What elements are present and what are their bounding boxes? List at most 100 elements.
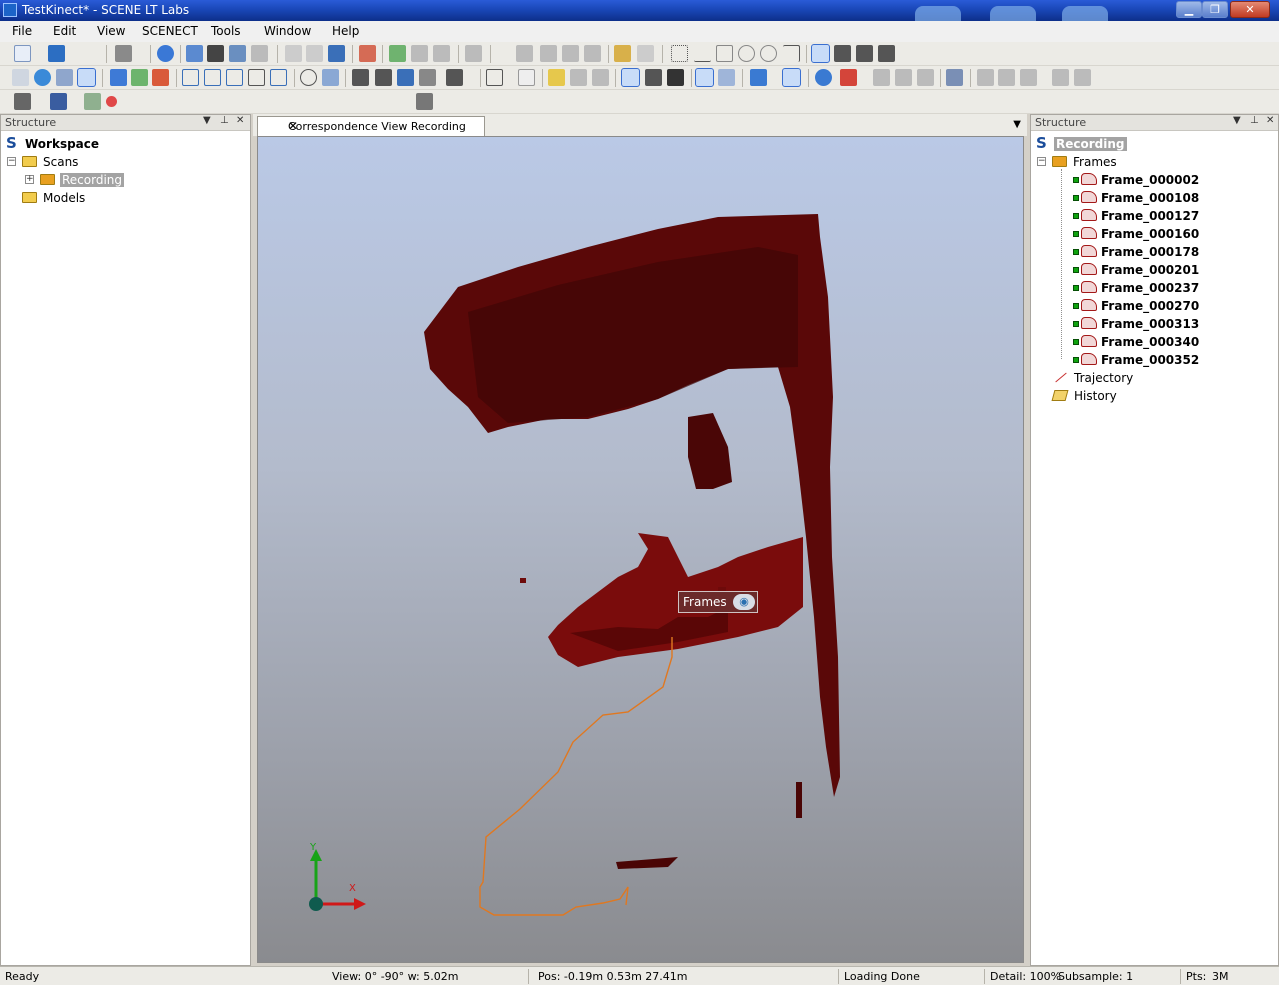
grid-toggle-icon[interactable] <box>695 68 714 87</box>
cleanup-icon[interactable] <box>873 69 890 86</box>
perspective-icon[interactable] <box>12 69 29 86</box>
monitor-icon[interactable] <box>84 93 101 110</box>
panel-menu-icon[interactable]: ▼ <box>203 115 211 126</box>
menu-scenect[interactable]: SCENECT <box>142 24 198 38</box>
tree-item-frames[interactable]: − Frames <box>1037 153 1237 171</box>
menu-help[interactable]: Help <box>332 24 359 38</box>
tab-list-dropdown-icon[interactable]: ▼ <box>1013 119 1021 130</box>
view-icon[interactable] <box>251 45 268 62</box>
frame-icon[interactable] <box>465 45 482 62</box>
arrow-right-icon[interactable] <box>152 69 169 86</box>
lasso-icon[interactable] <box>516 45 533 62</box>
arrow-left-icon[interactable] <box>131 69 148 86</box>
panel-menu-icon[interactable]: ▼ <box>1233 115 1241 126</box>
next-icon[interactable] <box>998 69 1015 86</box>
menu-window[interactable]: Window <box>264 24 311 38</box>
tree-item-history[interactable]: History <box>1051 387 1251 405</box>
box-clip-icon[interactable] <box>782 68 801 87</box>
line-select-icon[interactable] <box>694 45 711 62</box>
tree-item-models[interactable]: Models <box>7 189 207 207</box>
menu-tools[interactable]: Tools <box>211 24 241 38</box>
prev-icon[interactable] <box>977 69 994 86</box>
maximize-button[interactable]: ❐ <box>1202 1 1228 18</box>
help-icon[interactable] <box>157 45 174 62</box>
tree-item-frame[interactable]: Frame_000340 <box>1071 333 1271 351</box>
minimize-button[interactable]: ▁ <box>1176 1 1202 18</box>
expand-icon[interactable] <box>1052 69 1069 86</box>
close-window-button[interactable]: ✕ <box>1230 1 1270 18</box>
render-icon[interactable] <box>446 69 463 86</box>
document-icon[interactable] <box>518 69 535 86</box>
flag-check-icon[interactable] <box>592 69 609 86</box>
grid-coarse-icon[interactable] <box>667 69 684 86</box>
tree-item-frame[interactable]: Frame_000270 <box>1071 297 1271 315</box>
register-icon[interactable] <box>840 69 857 86</box>
record-icon[interactable] <box>106 96 117 107</box>
points-icon[interactable] <box>56 69 73 86</box>
tree-item-frame[interactable]: Frame_000352 <box>1071 351 1271 369</box>
tree-item-recording[interactable]: + Recording <box>25 171 225 189</box>
tree-item-frame[interactable]: Frame_000178 <box>1071 243 1271 261</box>
cube-back-icon[interactable] <box>204 69 221 86</box>
refresh-icon[interactable] <box>815 69 832 86</box>
cube-top-icon[interactable] <box>270 69 287 86</box>
window-cascade-icon[interactable] <box>834 45 851 62</box>
panel-close-icon[interactable]: ✕ <box>236 115 244 126</box>
filter-remove-icon[interactable] <box>917 69 934 86</box>
window-tile-icon[interactable] <box>856 45 873 62</box>
tree-item-recording-root[interactable]: S Recording <box>1035 134 1235 153</box>
calendar-icon[interactable] <box>359 45 376 62</box>
flag-icon[interactable] <box>548 69 565 86</box>
tree-item-frame[interactable]: Frame_000160 <box>1071 225 1271 243</box>
polygon-select-icon[interactable] <box>716 45 733 62</box>
ruler-icon[interactable] <box>637 45 654 62</box>
kinect-icon[interactable] <box>14 93 31 110</box>
lasso-clear-icon[interactable] <box>584 45 601 62</box>
frames-overlay-label[interactable]: Frames ◉ <box>678 591 758 613</box>
scan-icon[interactable] <box>186 45 203 62</box>
camera-icon[interactable] <box>352 69 369 86</box>
first-icon[interactable] <box>1020 69 1037 86</box>
tree-item-workspace[interactable]: S Workspace <box>5 134 205 153</box>
tree-item-trajectory[interactable]: Trajectory <box>1051 369 1251 387</box>
film-icon[interactable] <box>50 93 67 110</box>
window-single-icon[interactable] <box>811 44 830 63</box>
tree-item-frame[interactable]: Frame_000108 <box>1071 189 1271 207</box>
window-stack-icon[interactable] <box>878 45 895 62</box>
filter-icon[interactable] <box>895 69 912 86</box>
menu-file[interactable]: File <box>12 24 32 38</box>
image-icon[interactable] <box>718 69 735 86</box>
tab-correspondence-view[interactable]: Correspondence View Recording ✕ <box>257 116 485 136</box>
tree-item-frame[interactable]: Frame_000313 <box>1071 315 1271 333</box>
new-file-icon[interactable] <box>14 45 31 62</box>
tab-close-icon[interactable]: ✕ <box>288 119 480 133</box>
lasso-add-icon[interactable] <box>540 45 557 62</box>
copy-icon[interactable] <box>285 45 302 62</box>
cloud-icon[interactable] <box>433 45 450 62</box>
point-cloud-render[interactable]: Y X <box>258 137 1024 963</box>
panel-close-icon[interactable]: ✕ <box>1266 115 1274 126</box>
find-icon[interactable] <box>306 45 323 62</box>
arrow-up-icon[interactable] <box>110 69 127 86</box>
collapse-icon[interactable]: − <box>1037 157 1046 166</box>
expand-icon[interactable]: + <box>25 175 34 184</box>
tree-item-scans[interactable]: − Scans <box>7 153 207 171</box>
pin-icon[interactable]: ⊥ <box>1250 115 1259 126</box>
collapse-icon[interactable] <box>1074 69 1091 86</box>
cube-right-icon[interactable] <box>248 69 265 86</box>
share-icon[interactable] <box>946 69 963 86</box>
tree-item-frame[interactable]: Frame_000237 <box>1071 279 1271 297</box>
3d-view-icon[interactable] <box>207 45 224 62</box>
menu-view[interactable]: View <box>97 24 125 38</box>
cloud-add-icon[interactable] <box>389 45 406 62</box>
hand-icon[interactable] <box>77 68 96 87</box>
home-icon[interactable] <box>229 45 246 62</box>
ellipse-select-icon[interactable] <box>760 45 777 62</box>
camera-view-icon[interactable] <box>416 93 433 110</box>
grid-icon[interactable] <box>486 69 503 86</box>
collapse-icon[interactable]: − <box>7 157 16 166</box>
print-icon[interactable] <box>115 45 132 62</box>
menu-edit[interactable]: Edit <box>53 24 76 38</box>
pin-icon[interactable]: ⊥ <box>220 115 229 126</box>
corner-select-icon[interactable] <box>783 45 800 62</box>
